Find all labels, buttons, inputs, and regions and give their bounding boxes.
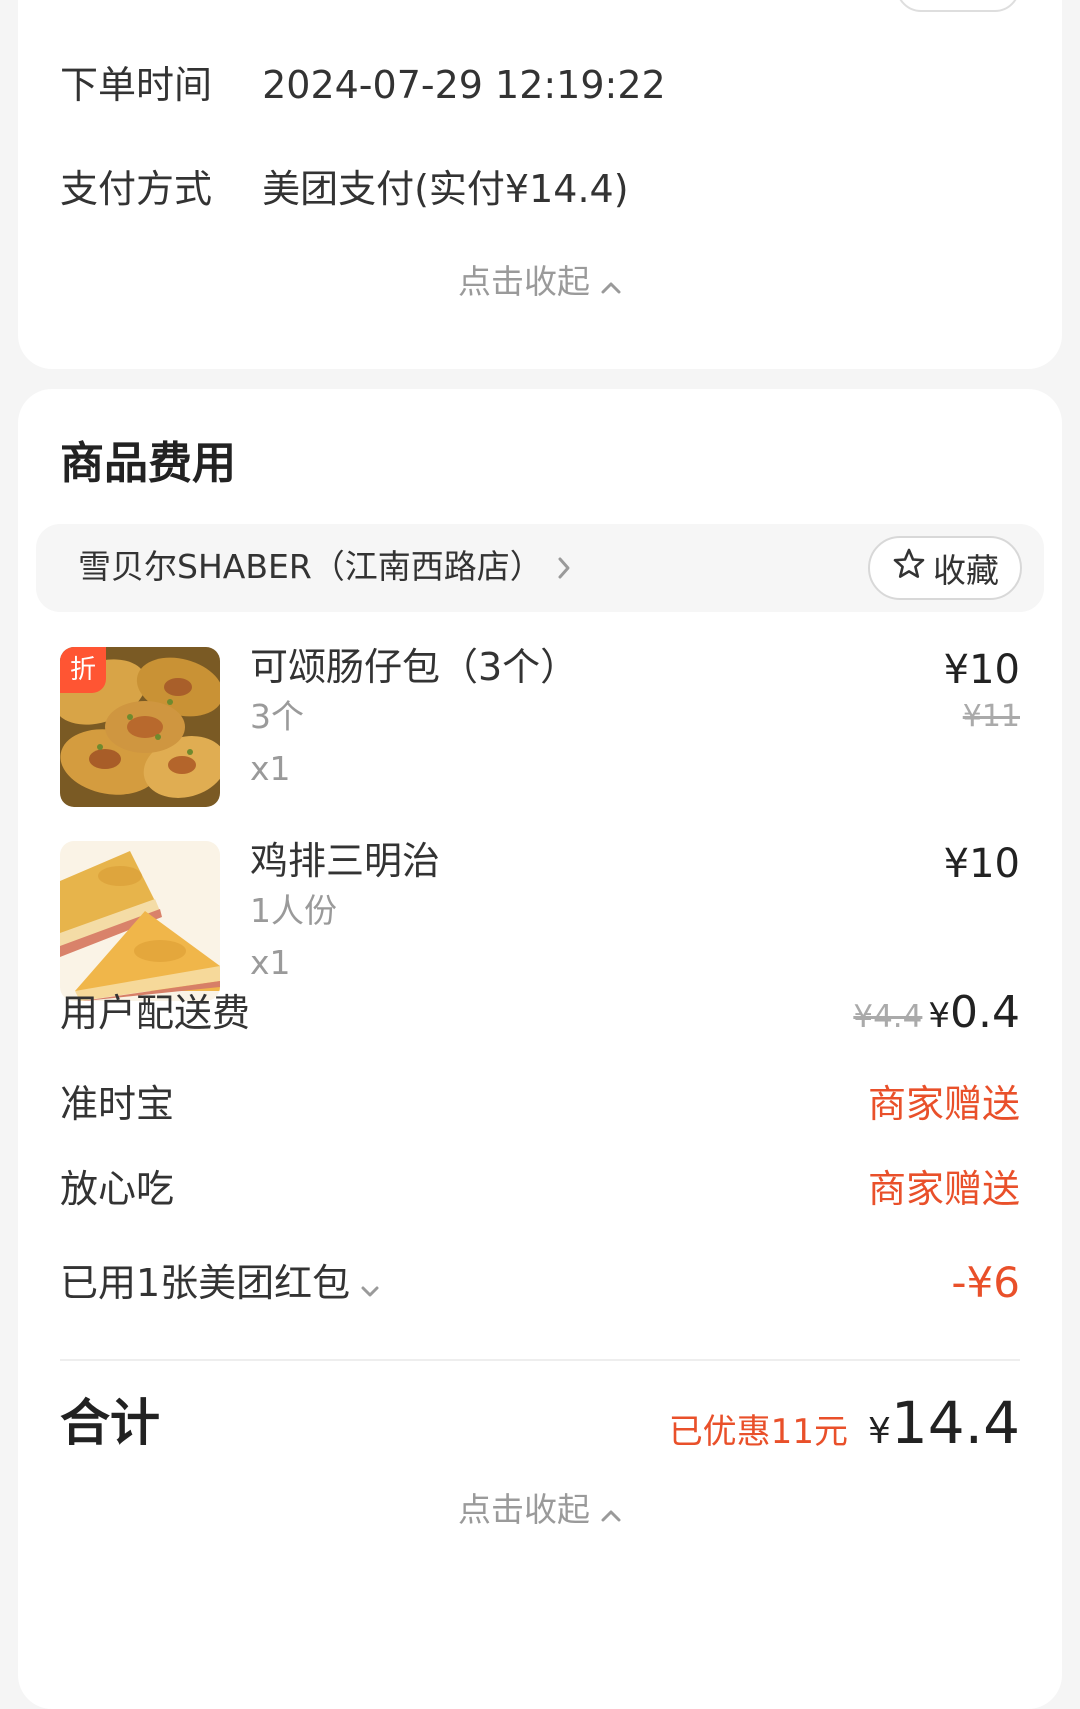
croissant-sausage-bun-image: 折 (60, 647, 220, 807)
delivery-fee-yen: ¥ (928, 996, 951, 1036)
order-time-row: 下单时间 2024-07-29 12:19:22 (60, 62, 666, 108)
delivery-fee-value: 0.4 (950, 987, 1020, 1038)
favorite-label: 收藏 (933, 551, 999, 590)
item-name: 可颂肠仔包（3个） (250, 645, 579, 689)
coupon-label: 已用1张美团红包 (60, 1261, 351, 1305)
list-item[interactable]: 折 可颂肠仔包（3个） 3个 x1 ¥10 ¥11 (60, 645, 1020, 807)
delivery-fee-label: 用户配送费 (60, 991, 251, 1035)
order-time-label: 下单时间 (60, 63, 213, 107)
shop-bar[interactable]: 雪贝尔SHABER（江南西路店） 收藏 (36, 524, 1044, 612)
chevron-right-icon (557, 546, 571, 592)
chevron-down-icon (360, 1258, 380, 1314)
ontime-guarantee-value: 商家赠送 (867, 1082, 1020, 1126)
order-info-card: 下单时间 2024-07-29 12:19:22 支付方式 美团支付(实付¥14… (18, 0, 1062, 369)
discount-badge: 折 (60, 647, 106, 693)
safe-eat-value: 商家赠送 (867, 1167, 1020, 1211)
delivery-fee-row: 用户配送费 ¥4.4 ¥0.4 (60, 985, 1020, 1041)
divider (60, 1359, 1020, 1361)
item-name: 鸡排三明治 (250, 839, 441, 883)
total-saved: 已优惠11元 (668, 1412, 848, 1452)
ontime-guarantee-label: 准时宝 (60, 1082, 175, 1126)
total-value-group: 已优惠11元 ¥14.4 (669, 1391, 1020, 1470)
star-icon (891, 546, 927, 590)
delivery-fee-original: ¥4.4 (853, 999, 923, 1035)
item-price: ¥10 (943, 647, 1020, 693)
order-time-value: 2024-07-29 12:19:22 (262, 63, 666, 107)
list-item[interactable]: 鸡排三明治 1人份 x1 ¥10 (60, 839, 1020, 1001)
item-original-price: ¥11 (962, 699, 1020, 734)
section-title: 商品费用 (60, 438, 236, 489)
ontime-guarantee-row[interactable]: 准时宝 商家赠送 (60, 1076, 1020, 1132)
item-price: ¥10 (943, 841, 1020, 887)
payment-method-row: 支付方式 美团支付(实付¥14.4) (60, 166, 629, 212)
item-quantity: x1 (250, 749, 291, 788)
total-amount: 14.4 (890, 1389, 1020, 1457)
item-spec: 3个 (250, 697, 304, 736)
chicken-sandwich-image (60, 841, 220, 1001)
goods-fee-card: 商品费用 雪贝尔SHABER（江南西路店） 收藏 折 可颂肠仔包（3个） 3个 … (18, 389, 1062, 1709)
safe-eat-label: 放心吃 (60, 1167, 175, 1211)
collapse-goods-button[interactable]: 点击收起 (18, 1488, 1062, 1534)
coupon-row[interactable]: 已用1张美团红包 -¥6 (60, 1255, 1020, 1311)
collapse-label: 点击收起 (458, 1490, 590, 1529)
total-yen: ¥ (867, 1411, 891, 1452)
favorite-button[interactable]: 收藏 (868, 536, 1022, 600)
coupon-label-group[interactable]: 已用1张美团红包 (60, 1255, 380, 1314)
collapse-order-info-button[interactable]: 点击收起 (18, 260, 1062, 306)
collapse-label: 点击收起 (458, 262, 590, 301)
chevron-up-icon (600, 262, 622, 306)
chevron-up-icon (600, 1490, 622, 1534)
total-label: 合计 (60, 1394, 160, 1452)
coupon-value: -¥6 (951, 1258, 1020, 1307)
payment-method-value: 美团支付(实付¥14.4) (262, 167, 629, 211)
safe-eat-row[interactable]: 放心吃 商家赠送 (60, 1161, 1020, 1217)
shop-name-link[interactable]: 雪贝尔SHABER（江南西路店） (78, 544, 571, 592)
shop-name: 雪贝尔SHABER（江南西路店） (78, 547, 543, 586)
payment-method-label: 支付方式 (60, 167, 213, 211)
item-quantity: x1 (250, 943, 291, 982)
item-spec: 1人份 (250, 891, 337, 930)
copy-button[interactable] (896, 0, 1020, 12)
delivery-fee-value-group: ¥4.4 ¥0.4 (853, 985, 1020, 1050)
